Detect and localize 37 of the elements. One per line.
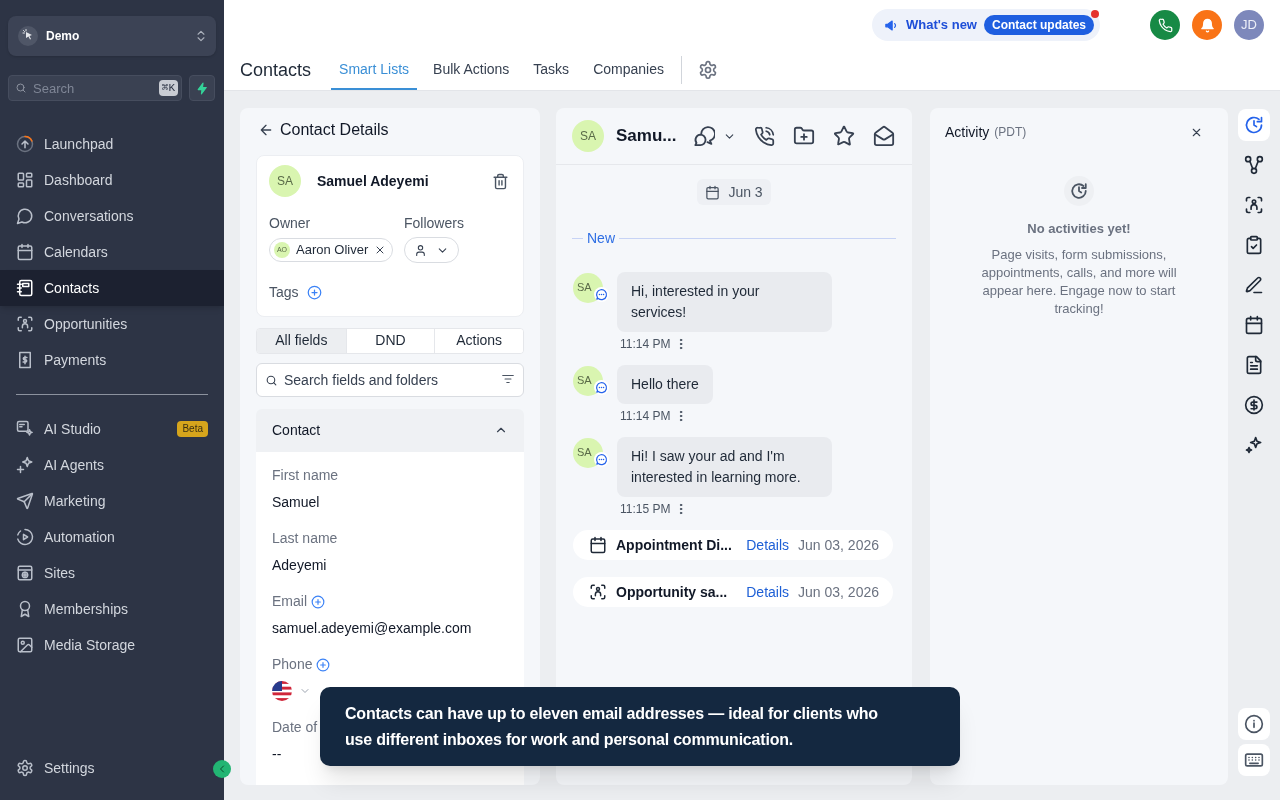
field-label: Last name (272, 529, 338, 548)
field-label: Followers (404, 214, 464, 233)
contact-name: Samu... (616, 125, 677, 148)
empty-state-text: Page visits, form submissions, appointments, calls, and more will appear here. Engage now to start tracking! (980, 245, 1178, 318)
page-title: Contacts (240, 58, 312, 82)
field-label: Tags (269, 283, 299, 302)
message-time: 11:14 PM (620, 408, 671, 425)
field-value: Samuel (272, 492, 320, 512)
message-bubble: Hello there (617, 365, 713, 404)
event-title: Appointment Di... (616, 535, 733, 555)
field-label: Email (272, 592, 307, 611)
new-messages-label: New (587, 228, 615, 248)
event-title: Opportunity sa... (616, 582, 729, 602)
field-label: Date of (272, 718, 318, 737)
message-time: 11:14 PM (620, 336, 671, 353)
date-text: Jun 3 (728, 182, 763, 202)
field-value: Adeyemi (272, 555, 327, 575)
panel-title: Activity (945, 122, 990, 142)
timezone-label: (PDT) (994, 124, 1027, 141)
panel-title: Contact Details (280, 120, 389, 140)
event-date: Jun 03, 2026 (798, 535, 879, 555)
field-label: Phone (272, 655, 313, 674)
field-label: Owner (269, 214, 311, 233)
field-label: First name (272, 466, 339, 485)
contact-name: Samuel Adeyemi (317, 171, 429, 191)
contact-avatar: SA (269, 165, 301, 197)
event-date: Jun 03, 2026 (798, 582, 879, 602)
field-value: samuel.adeyemi@example.com (272, 618, 472, 638)
field-value: -- (272, 744, 282, 764)
message-bubble: Hi! I saw your ad and I'm interested in learning more. (617, 437, 832, 497)
message-time: 11:15 PM (620, 501, 671, 518)
contact-avatar: SA (572, 120, 604, 152)
tooltip: Contacts can have up to eleven email addresses — ideal for clients who use different inboxes for work and personal communication. (320, 687, 960, 766)
shortcut-key: ⌘K (158, 80, 178, 96)
empty-state-title: No activities yet! (1027, 220, 1131, 238)
nav-badge: Beta (177, 421, 208, 437)
message-bubble: Hi, interested in your services! (617, 272, 832, 332)
